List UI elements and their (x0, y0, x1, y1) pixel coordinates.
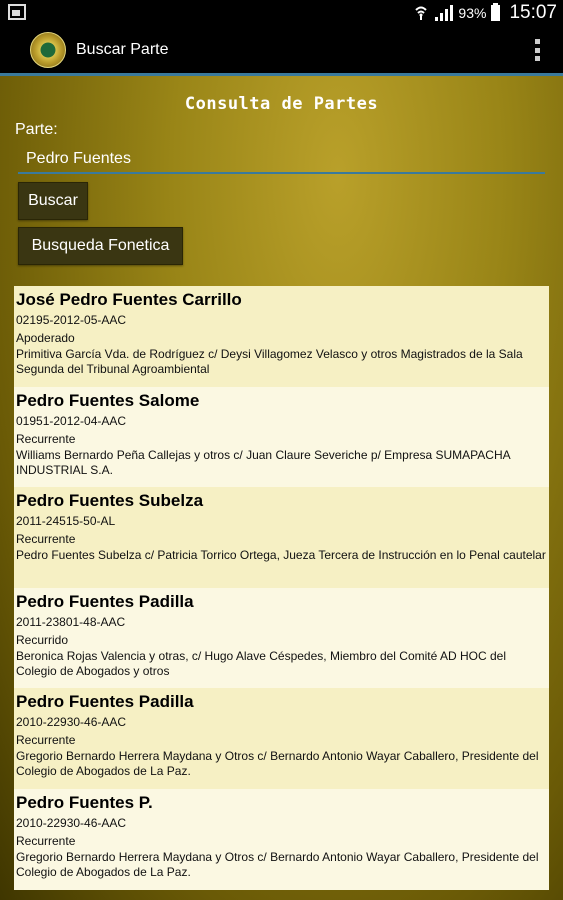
result-description: Gregorio Bernardo Herrera Maydana y Otro… (16, 749, 539, 779)
result-name: Pedro Fuentes P. (16, 792, 153, 812)
main-content: Consulta de Partes Parte: Buscar Busqued… (0, 76, 563, 900)
result-item[interactable]: Pedro Fuentes Padilla 2011-23801-48-AAC … (14, 587, 549, 689)
result-role: Recurrente (16, 431, 76, 446)
clock: 15:07 (509, 2, 557, 23)
result-name: Pedro Fuentes Subelza (16, 491, 204, 511)
result-name: Pedro Fuentes Salome (16, 390, 200, 410)
result-description: Primitiva García Vda. de Rodríguez c/ De… (16, 347, 523, 376)
result-role: Recurrente (16, 833, 76, 848)
result-code: 01951-2012-04-AAC (16, 413, 127, 428)
result-role: Apoderado (16, 331, 75, 345)
result-description: Gregorio Bernardo Herrera Maydana y Otro… (16, 849, 539, 879)
status-icons: 93% 15:07 (412, 2, 557, 24)
busqueda-fonetica-button[interactable]: Busqueda Fonetica (18, 227, 183, 265)
result-code: 02195-2012-05-AAC (16, 313, 127, 327)
action-bar: Buscar Parte (0, 26, 563, 76)
wifi-icon (412, 5, 430, 21)
app-title: Buscar Parte (76, 41, 169, 58)
result-item[interactable]: José Pedro Fuentes Carrillo 02195-2012-0… (14, 286, 549, 387)
result-name: Pedro Fuentes Padilla (16, 692, 194, 712)
result-code: 2011-23801-48-AAC (16, 614, 126, 629)
result-item[interactable]: Pedro Fuentes Padilla 2010-22930-46-AAC … (14, 688, 549, 789)
result-role: Recurrente (16, 532, 76, 547)
page-title: Consulta de Partes (184, 94, 379, 114)
signal-icon (435, 5, 454, 21)
result-role: Recurrente (16, 733, 76, 748)
result-role: Recurrido (16, 632, 69, 647)
battery-percent: 93% (458, 5, 487, 21)
result-name: Pedro Fuentes Padilla (16, 591, 194, 611)
result-item[interactable]: Pedro Fuentes Subelza 2011-24515-50-AL R… (14, 487, 549, 588)
result-code: 2011-24515-50-AL (16, 514, 116, 529)
gallery-notification-icon (8, 4, 26, 20)
result-code: 2010-22930-46-AAC (16, 715, 127, 730)
battery-icon (491, 3, 501, 21)
result-description: Williams Bernardo Peña Callejas y otros … (16, 447, 510, 477)
result-item[interactable]: Pedro Fuentes P. 2010-22930-46-AAC Recur… (14, 788, 549, 890)
result-description: Pedro Fuentes Subelza c/ Patricia Torric… (16, 548, 546, 563)
overflow-menu-icon[interactable] (533, 39, 541, 61)
result-name: José Pedro Fuentes Carrillo (16, 290, 242, 309)
result-description: Beronica Rojas Valencia y otras, c/ Hugo… (16, 648, 507, 678)
status-bar: 93% 15:07 (0, 0, 563, 26)
result-item[interactable]: Pedro Fuentes Salome 01951-2012-04-AAC R… (14, 386, 549, 488)
parte-input[interactable] (18, 146, 545, 174)
buscar-button[interactable]: Buscar (18, 182, 88, 220)
result-code: 2010-22930-46-AAC (16, 815, 127, 830)
parte-label: Parte: (15, 121, 58, 138)
results-list: José Pedro Fuentes Carrillo 02195-2012-0… (14, 286, 549, 890)
court-seal-logo-icon[interactable] (30, 32, 66, 68)
